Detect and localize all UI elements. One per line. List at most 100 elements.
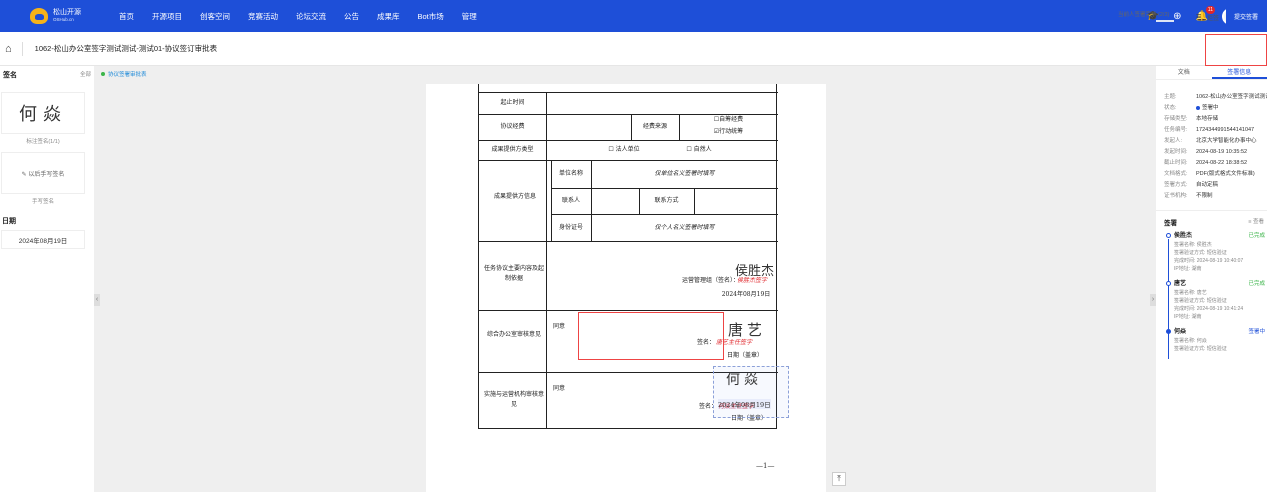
signer-detail: 签署验证方式: 短信验证 — [1174, 298, 1227, 304]
tab-document[interactable]: 文档 — [1156, 66, 1212, 79]
signer-detail: IP地址: 湖南 — [1174, 314, 1202, 320]
info-label: 签署方式: — [1164, 182, 1188, 188]
handwrite-caption: 手写签名 — [31, 199, 54, 205]
signature-filter-all[interactable]: 全部 — [80, 70, 91, 80]
label-provider-info: 成果提供方信息 — [493, 193, 536, 200]
info-row: 发起时间: 2024-08-19 10:35:52 — [1164, 147, 1267, 158]
signer-status: 已完成 — [1248, 233, 1265, 239]
signer-item[interactable]: 何焱 签署中 签署名称: 何焱 签署验证方式: 短信验证 — [1166, 327, 1267, 353]
signature-card[interactable]: 何焱 — [1, 92, 85, 134]
info-row: 签署方式: 自动定稿 — [1164, 180, 1267, 191]
office-date-label: 日期（盖章） — [726, 352, 763, 359]
sign-info-list: 主题: 1062-松山办公室签字测试测试-测试01-协议签订审批表状态: 签署中存储… — [1156, 80, 1267, 202]
field-hint[interactable]: 协议签署审批表 — [101, 70, 147, 78]
sign-progress: 当前人签署完毕 (2/3) — [1118, 10, 1200, 22]
hint-id-number: 仅个人名义签署时填写 — [654, 224, 715, 231]
home-icon[interactable]: ⌂ — [5, 43, 12, 55]
label-period: 起止时间 — [500, 99, 525, 106]
nav-forum[interactable]: 论坛交流 — [287, 11, 335, 22]
signer-item[interactable]: 唐艺 已完成签署名称: 唐艺签署验证方式: 短信验证完成时间: 2024-08-1… — [1166, 279, 1267, 321]
info-row: 发起人: 北京大学智能化办事中心 — [1164, 136, 1267, 147]
highlight-box-signature-field — [578, 312, 724, 360]
signer-item[interactable]: 侯胜杰 已完成 签署名称: 侯胜杰 签署验证方式: 短信验证 完成时间: 2024-08… — [1166, 231, 1267, 273]
signer-detail: IP地址: 湖南 — [1174, 266, 1202, 272]
info-row: 主题: 1062-松山办公室签字测试测试-测试01-协议签订审批表 — [1164, 92, 1267, 103]
placed-signature-field[interactable]: 何焱 2024年08月19日 — [713, 366, 789, 418]
signature-preview: 何焱 — [19, 104, 67, 125]
info-value: 北京大学智能化办事中心 — [1196, 138, 1257, 144]
info-value: 2024-08-22 18:38:52 — [1196, 160, 1248, 166]
info-label: 任务编号: — [1164, 127, 1188, 133]
back-to-top-icon[interactable]: ⤒ — [832, 472, 846, 486]
date-section-title: 日期 — [2, 218, 16, 225]
info-row: 存储类型: 本地存储 — [1164, 114, 1267, 125]
tab-sign-info[interactable]: 签署信息 — [1211, 66, 1267, 79]
info-value: 签署中 — [1202, 105, 1219, 111]
placed-signature-name: 何焱 — [726, 372, 762, 388]
info-label: 状态: — [1164, 105, 1177, 111]
signer-detail: 完成时间: 2024-08-19 10:40:07 — [1174, 258, 1244, 264]
ops-sign-date: 2024年08月19日 — [721, 291, 771, 298]
nav-maker-space[interactable]: 创客空间 — [191, 11, 239, 22]
site-logo[interactable]: 松山开源 OSHub.cn — [30, 8, 100, 24]
document-header: ⌂ 1062-松山办公室签字测试测试-测试01-协议签订审批表 — [0, 32, 1267, 66]
label-id-number: 身份证号 — [558, 224, 583, 231]
info-row: 截止时间: 2024-08-22 18:38:52 — [1164, 158, 1267, 169]
info-label: 存储类型: — [1164, 116, 1188, 122]
option-legal-entity[interactable]: ☐ 法人单位 — [589, 145, 659, 155]
nav-bot-market[interactable]: Bot市场 — [409, 11, 453, 22]
option-self-funded[interactable]: ☐自筹经费 — [679, 115, 778, 125]
nav-open-source[interactable]: 开源项目 — [143, 11, 191, 22]
nav-achievements[interactable]: 成果库 — [368, 11, 409, 22]
page-number: —1— — [756, 462, 775, 470]
document-viewer: 协议签署审批表 ‹ › 起止时间 协议经费 经费来源 ☐自筹经费 ☑行动统筹 成… — [94, 66, 1156, 492]
label-impl-opinion: 实施与运营机构审核意见 — [483, 391, 544, 408]
signer-detail: 完成时间: 2024-08-19 10:41:24 — [1174, 306, 1244, 312]
info-value: 本地存储 — [1196, 116, 1219, 122]
logo-name: 松山开源 — [53, 8, 81, 16]
info-row: 任务编号: 1724344991544141047 — [1164, 125, 1267, 136]
ops-sign-placeholder: 侯胜杰签字 — [737, 277, 768, 284]
label-main-content: 任务协议主要内容及起制依据 — [483, 265, 544, 282]
signer-detail: 签署名称: 侯胜杰 — [1174, 242, 1212, 248]
label-contact: 联系人 — [561, 197, 580, 204]
nav-announcement[interactable]: 公告 — [335, 11, 368, 22]
document-title: 1062-松山办公室签字测试测试-测试01-协议签订审批表 — [34, 44, 218, 53]
label-office-opinion: 综合办公室审核意见 — [486, 331, 541, 338]
option-natural-person[interactable]: ☐ 自然人 — [664, 145, 734, 155]
info-tabs: 文档 签署信息 — [1156, 66, 1267, 80]
info-label: 截止时间: — [1164, 160, 1188, 166]
office-agree: 同意 — [552, 323, 565, 330]
placed-signature-date[interactable]: 2024年08月19日 — [718, 399, 771, 409]
submit-sign-button[interactable]: 提交签署 — [1226, 6, 1266, 26]
signature-panel-title: 签名 — [3, 72, 17, 79]
timeline-dot-icon — [1166, 281, 1171, 286]
add-handwrite-signature-button[interactable]: ✎ 以后手写签名 — [1, 152, 85, 194]
label-unit-name: 单位名称 — [558, 170, 583, 177]
info-value: 1062-松山办公室签字测试测试-测试01-协议签订审批表 — [1196, 94, 1267, 100]
info-value: 不限制 — [1196, 193, 1213, 199]
signer-status: 已完成 — [1248, 281, 1265, 287]
label-contact-method: 联系方式 — [654, 197, 679, 204]
signers-view-toggle[interactable]: ≡ 查看 — [1248, 217, 1264, 227]
info-label: 证书机构: — [1164, 193, 1188, 199]
impl-agree: 同意 — [552, 385, 565, 392]
signer-name: 何焱 — [1174, 329, 1187, 335]
nav-menu: 首页 开源项目 创客空间 竞赛活动 论坛交流 公告 成果库 Bot市场 管理 — [110, 11, 486, 22]
nav-competition[interactable]: 竞赛活动 — [239, 11, 287, 22]
logo-icon — [30, 8, 48, 24]
nav-admin[interactable]: 管理 — [453, 11, 486, 22]
info-label: 发起人: — [1164, 138, 1183, 144]
office-sign-placeholder: 唐艺主任签字 — [716, 339, 753, 346]
signer-detail: 签署名称: 唐艺 — [1174, 290, 1207, 296]
menu-icon[interactable]: ≡ — [1196, 11, 1201, 21]
nav-home[interactable]: 首页 — [110, 11, 143, 22]
date-stamp-card[interactable]: 2024年08月19日 — [1, 230, 85, 249]
info-row: 文档格式: PDF(版式格式文件标准) — [1164, 169, 1267, 180]
option-action-funded[interactable]: ☑行动统筹 — [679, 127, 778, 137]
signer-name: 唐艺 — [1174, 281, 1187, 287]
info-value: 1724344991544141047 — [1196, 127, 1255, 133]
collapse-left-icon[interactable]: ‹ — [94, 294, 100, 306]
reject-button[interactable]: 拒签 — [1207, 13, 1219, 22]
status-dot-icon — [1196, 105, 1200, 110]
